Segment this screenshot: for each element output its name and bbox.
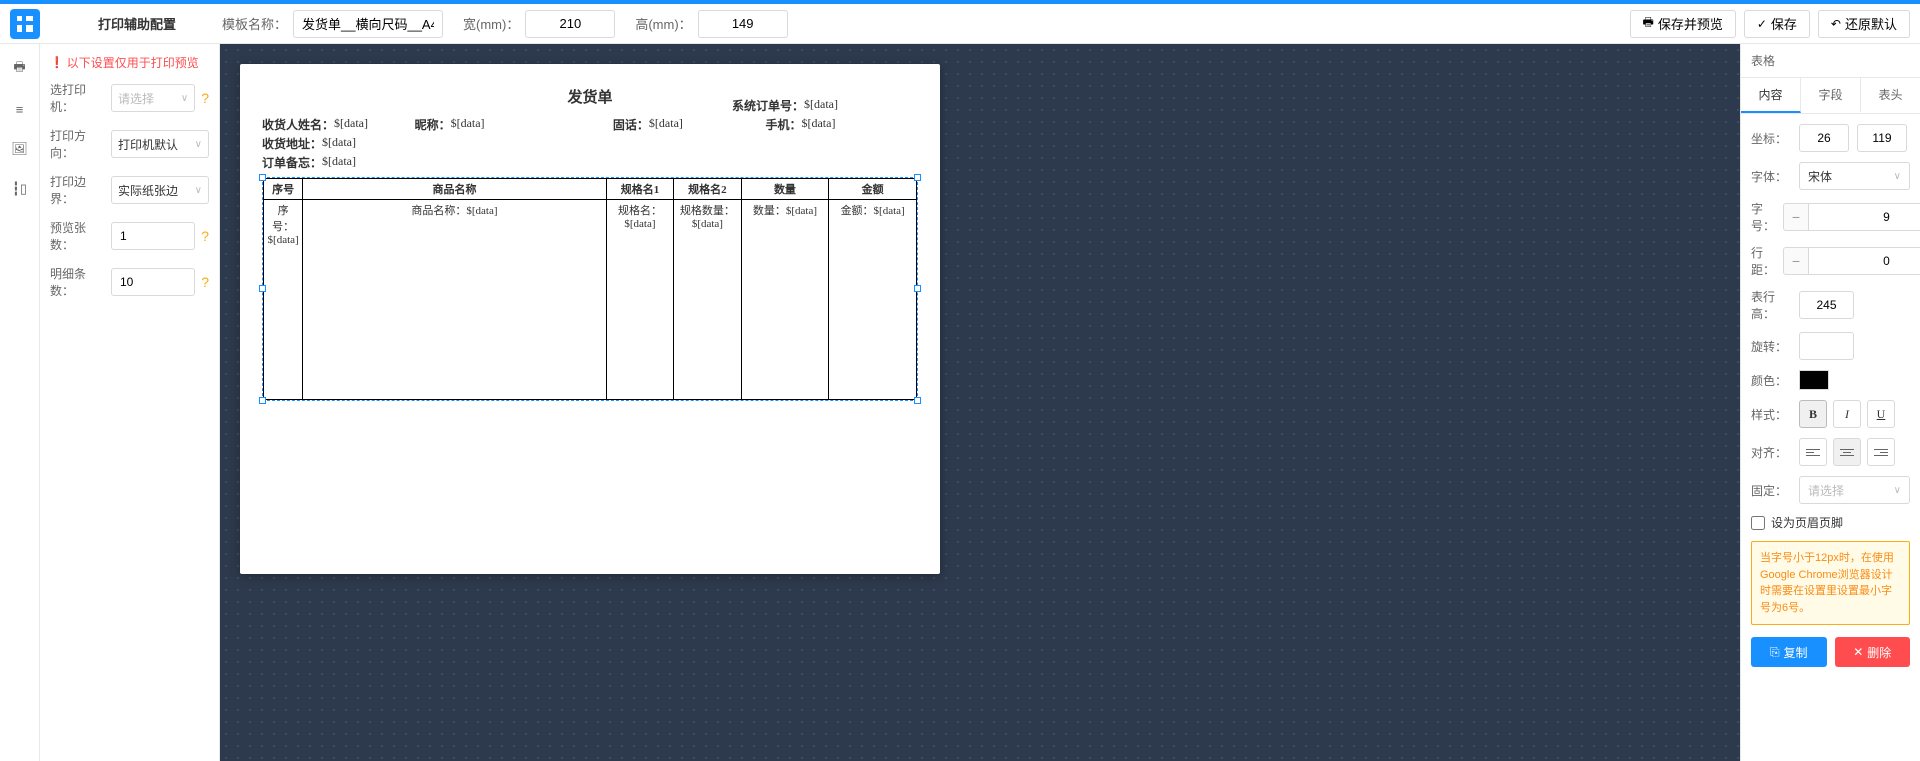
check-icon: ✓ — [1757, 17, 1767, 31]
row-height-input[interactable] — [1799, 291, 1854, 319]
fixed-label: 固定： — [1751, 482, 1791, 499]
detail-lines-input[interactable] — [111, 268, 195, 296]
coord-x-input[interactable] — [1799, 124, 1849, 152]
data-table: 序号 商品名称 规格名1 规格名2 数量 金额 序号：$[data] 商品名称：… — [263, 178, 917, 400]
align-label: 对齐： — [1751, 444, 1791, 461]
left-config-panel: 以下设置仅用于打印预览 选打印机： 请选择 ? 打印方向： 打印机默认 打印边界… — [40, 44, 220, 761]
style-label: 样式： — [1751, 406, 1791, 423]
template-name-input[interactable] — [293, 10, 443, 38]
margin-label: 打印边界： — [50, 173, 105, 207]
font-label: 字体： — [1751, 168, 1791, 185]
restore-default-button[interactable]: ↶还原默认 — [1818, 10, 1910, 38]
tab-fields[interactable]: 字段 — [1801, 78, 1861, 113]
preview-pages-input[interactable] — [111, 222, 195, 250]
copy-button[interactable]: ⎘复制 — [1751, 637, 1827, 667]
width-input[interactable] — [525, 10, 615, 38]
align-left-button[interactable] — [1799, 438, 1827, 466]
delete-button[interactable]: ✕删除 — [1835, 637, 1911, 667]
rotate-input[interactable] — [1799, 332, 1854, 360]
th-qty[interactable]: 数量 — [741, 179, 829, 200]
margin-select[interactable]: 实际纸张边 — [111, 176, 209, 204]
direction-label: 打印方向： — [50, 127, 105, 161]
copy-icon: ⎘ — [1770, 645, 1780, 660]
detail-lines-label: 明细条数： — [50, 265, 105, 299]
left-tool-rail: 🖶 ≡ 🖼 ┇▯ — [0, 44, 40, 761]
height-input[interactable] — [698, 10, 788, 38]
header-bar: 打印辅助配置 模板名称： 宽(mm)： 高(mm)： 🖶保存并预览 ✓保存 ↶还… — [0, 4, 1920, 44]
canvas-area: 发货单 系统订单号：$[data] 收货人姓名：$[data] 昵称：$[dat… — [220, 44, 1740, 761]
sys-order-label[interactable]: 系统订单号： — [732, 97, 804, 114]
header-footer-checkbox[interactable]: 设为页眉页脚 — [1751, 514, 1843, 531]
save-preview-button[interactable]: 🖶保存并预览 — [1630, 10, 1736, 38]
save-button[interactable]: ✓保存 — [1744, 10, 1810, 38]
app-logo-icon — [10, 9, 40, 39]
align-center-button[interactable] — [1833, 438, 1861, 466]
barcode-tool-icon[interactable]: ┇▯ — [10, 179, 30, 199]
th-spec2[interactable]: 规格名2 — [674, 179, 741, 200]
th-amt[interactable]: 金额 — [829, 179, 917, 200]
italic-button[interactable]: I — [1833, 400, 1861, 428]
td-name[interactable]: 商品名称：$[data] — [303, 200, 607, 400]
td-amt[interactable]: 金额：$[data] — [829, 200, 917, 400]
line-height-input[interactable] — [1809, 247, 1920, 275]
td-spec1[interactable]: 规格名：$[data] — [606, 200, 673, 400]
bold-button[interactable]: B — [1799, 400, 1827, 428]
td-spec2[interactable]: 规格数量：$[data] — [674, 200, 741, 400]
template-name-label: 模板名称： — [222, 14, 287, 33]
preview-pages-label: 预览张数： — [50, 219, 105, 253]
right-properties-panel: 表格 内容 字段 表头 坐标： 字体： 宋体 字号： − + — [1740, 44, 1920, 761]
th-spec1[interactable]: 规格名1 — [606, 179, 673, 200]
help-icon[interactable]: ? — [201, 90, 209, 106]
underline-button[interactable]: U — [1867, 400, 1895, 428]
resize-handle[interactable] — [259, 285, 266, 292]
coord-y-input[interactable] — [1857, 124, 1907, 152]
resize-handle[interactable] — [259, 174, 266, 181]
help-icon[interactable]: ? — [201, 228, 209, 244]
paper-canvas[interactable]: 发货单 系统订单号：$[data] 收货人姓名：$[data] 昵称：$[dat… — [240, 64, 940, 574]
td-seq[interactable]: 序号：$[data] — [264, 200, 303, 400]
td-qty[interactable]: 数量：$[data] — [741, 200, 829, 400]
coord-label: 坐标： — [1751, 130, 1791, 147]
decrement-button[interactable]: − — [1783, 247, 1809, 275]
size-label: 字号： — [1751, 200, 1775, 234]
rp-section-title: 表格 — [1741, 44, 1920, 78]
th-seq[interactable]: 序号 — [264, 179, 303, 200]
font-size-stepper: − + — [1783, 203, 1920, 231]
font-select[interactable]: 宋体 — [1799, 162, 1910, 190]
print-preview-notice: 以下设置仅用于打印预览 — [50, 54, 209, 71]
fixed-select[interactable]: 请选择 — [1799, 476, 1910, 504]
undo-icon: ↶ — [1831, 17, 1841, 31]
printer-select[interactable]: 请选择 — [111, 84, 195, 112]
image-tool-icon[interactable]: 🖼 — [10, 139, 30, 159]
color-picker[interactable] — [1799, 370, 1829, 390]
font-size-input[interactable] — [1809, 203, 1920, 231]
help-icon[interactable]: ? — [201, 274, 209, 290]
rotate-label: 旋转： — [1751, 338, 1791, 355]
printer-label: 选打印机： — [50, 81, 105, 115]
table-selection[interactable]: 序号 商品名称 规格名1 规格名2 数量 金额 序号：$[data] 商品名称：… — [262, 177, 918, 401]
line-height-stepper: − + — [1783, 247, 1920, 275]
decrement-button[interactable]: − — [1783, 203, 1809, 231]
align-right-button[interactable] — [1867, 438, 1895, 466]
page-title: 打印辅助配置 — [52, 14, 222, 33]
print-icon: 🖶 — [1643, 13, 1654, 34]
width-label: 宽(mm)： — [463, 14, 519, 33]
resize-handle[interactable] — [914, 174, 921, 181]
rowheight-label: 表行高： — [1751, 288, 1791, 322]
th-name[interactable]: 商品名称 — [303, 179, 607, 200]
height-label: 高(mm)： — [635, 14, 691, 33]
list-tool-icon[interactable]: ≡ — [10, 99, 30, 119]
direction-select[interactable]: 打印机默认 — [111, 130, 209, 158]
color-label: 颜色： — [1751, 372, 1791, 389]
print-tool-icon[interactable]: 🖶 — [10, 59, 30, 79]
resize-handle[interactable] — [914, 285, 921, 292]
font-size-hint: 当字号小于12px时，在使用Google Chrome浏览器设计时需要在设置里设… — [1751, 541, 1910, 625]
close-icon: ✕ — [1853, 645, 1863, 659]
tab-header[interactable]: 表头 — [1861, 78, 1920, 113]
tab-content[interactable]: 内容 — [1741, 78, 1801, 113]
lineheight-label: 行距： — [1751, 244, 1775, 278]
resize-handle[interactable] — [914, 397, 921, 404]
resize-handle[interactable] — [259, 397, 266, 404]
